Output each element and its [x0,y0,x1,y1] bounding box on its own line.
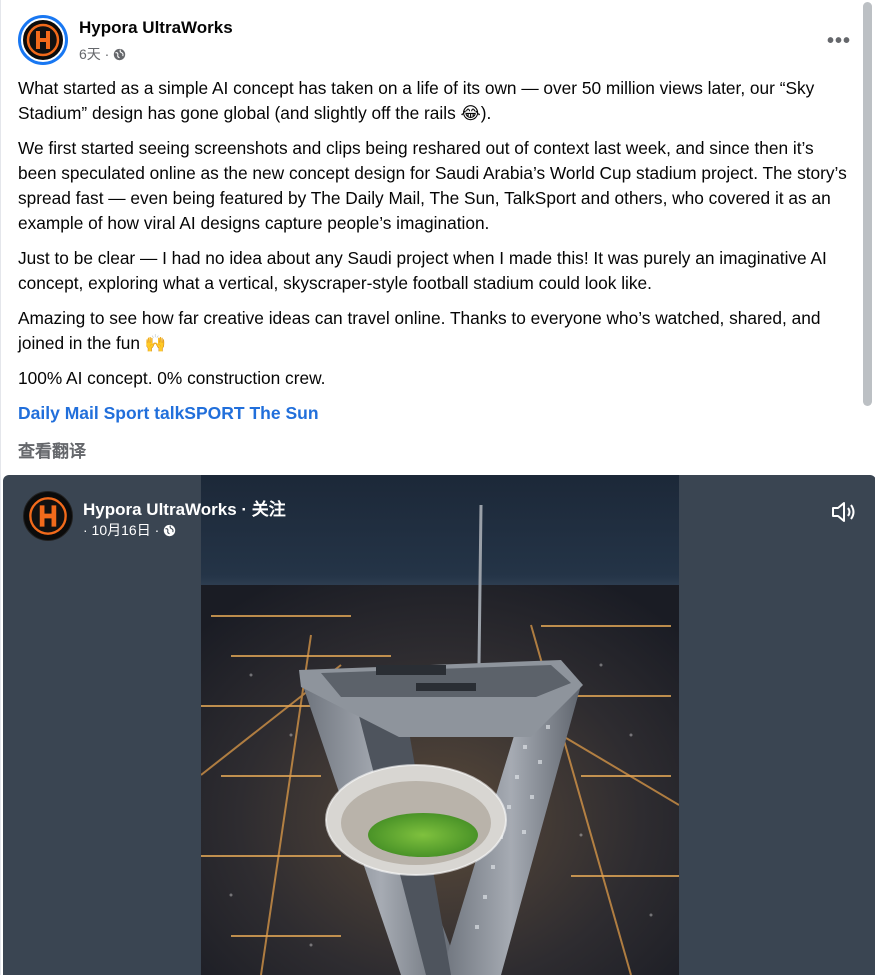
tag-links: Daily Mail Sport talkSPORT The Sun [18,401,848,426]
more-dots-icon: ••• [826,30,851,52]
globe-icon [164,524,176,536]
post-paragraph: Amazing to see how far creative ideas ca… [18,308,821,353]
avatar[interactable] [18,15,68,65]
post-paragraph: 100% AI concept. 0% construction crew. [18,368,326,388]
more-options-button[interactable]: ••• [827,30,851,53]
hypora-logo-icon [26,23,60,57]
globe-icon [114,48,126,60]
post-body: What started as a simple AI concept has … [18,76,848,426]
tag-link[interactable]: The Sun [249,403,318,423]
sound-button[interactable] [830,499,858,530]
see-translation-link[interactable]: 查看翻译 [18,437,86,462]
post-paragraph: Just to be clear — I had no idea about a… [18,248,827,293]
post-author[interactable]: Hypora UltraWorks [79,18,233,38]
video-author[interactable]: Hypora UltraWorks · 关注 [83,495,286,520]
tag-link[interactable]: talkSPORT [154,403,244,423]
video-avatar[interactable] [23,491,73,541]
volume-icon [832,502,855,522]
tag-link[interactable]: Daily Mail Sport [18,403,149,423]
post-paragraph: What started as a simple AI concept has … [18,78,815,123]
hypora-logo-icon [29,497,67,535]
scrollbar[interactable] [863,2,872,406]
video-meta: · 10月16日 · [83,520,176,540]
post-meta: 6天 · [79,44,126,64]
post-time[interactable]: 6天 · [79,44,109,64]
facebook-post: Hypora UltraWorks 6天 · ••• What started … [0,0,875,975]
video-frame[interactable] [201,475,679,975]
video-date[interactable]: · 10月16日 · [83,520,159,540]
post-paragraph: We first started seeing screenshots and … [18,138,847,233]
video-player[interactable]: Hypora UltraWorks · 关注 · 10月16日 · [3,475,875,975]
stadium-tower-image [201,475,679,975]
